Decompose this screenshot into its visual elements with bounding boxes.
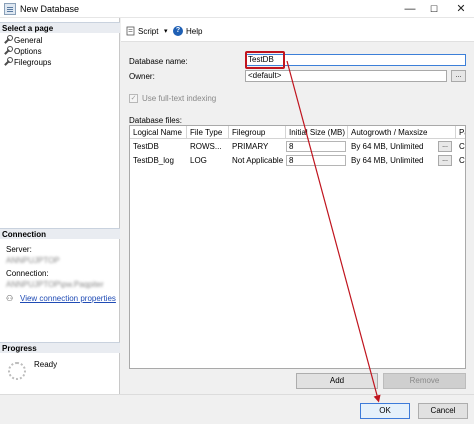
chevron-down-icon[interactable]: ▾ — [164, 27, 168, 35]
cell-initial-size[interactable]: 8 — [286, 155, 346, 166]
cell-autogrowth: By 64 MB, Unlimited — [351, 142, 424, 151]
cell-logical-name[interactable]: TestDB — [130, 140, 187, 153]
view-connection-properties-link[interactable]: View connection properties — [20, 294, 116, 303]
column-header-logical-name[interactable]: Logical Name — [130, 126, 187, 139]
remove-button[interactable]: Remove — [383, 373, 466, 389]
wrench-icon — [3, 57, 13, 66]
column-header-initial-size[interactable]: Initial Size (MB) — [286, 126, 348, 139]
database-app-icon — [4, 3, 16, 15]
window-title: New Database — [20, 4, 80, 14]
column-header-file-type[interactable]: File Type — [187, 126, 229, 139]
column-header-path[interactable]: Pa — [456, 126, 465, 139]
column-header-autogrowth[interactable]: Autogrowth / Maxsize — [348, 126, 456, 139]
fulltext-label: Use full-text indexing — [142, 94, 217, 103]
database-name-label: Database name: — [129, 57, 188, 66]
server-label: Server: — [6, 245, 32, 254]
annotation-highlight-box — [245, 51, 285, 69]
table-row[interactable]: TestDB_log LOG Not Applicable 8 By 64 MB… — [130, 154, 465, 168]
connection-properties-icon: ⚇ — [6, 294, 14, 303]
connection-value: ANNPUJPTOP\pw.Paqpiter — [6, 280, 104, 289]
cell-logical-name[interactable]: TestDB_log — [130, 154, 187, 167]
left-pane — [0, 18, 120, 394]
help-button[interactable]: Help — [186, 27, 202, 36]
cell-file-type[interactable]: ROWS... — [187, 140, 229, 153]
progress-status: Ready — [34, 360, 58, 369]
script-button[interactable]: Script — [138, 27, 158, 36]
autogrowth-edit-button[interactable]: ... — [438, 155, 452, 166]
server-value: ANNPUJPTOP — [6, 256, 60, 265]
database-files-label: Database files: — [129, 116, 182, 125]
owner-input[interactable]: <default> — [245, 70, 447, 82]
progress-spinner-icon — [8, 362, 26, 380]
wrench-icon — [3, 35, 13, 44]
page-item-options[interactable]: Options — [3, 45, 42, 56]
fulltext-checkbox[interactable]: ✓ — [129, 94, 138, 103]
cell-autogrowth: By 64 MB, Unlimited — [351, 156, 424, 165]
close-button[interactable]: ✕ — [450, 0, 472, 18]
cell-filegroup[interactable]: PRIMARY — [229, 140, 286, 153]
table-row[interactable]: TestDB ROWS... PRIMARY 8 By 64 MB, Unlim… — [130, 140, 465, 154]
connection-header: Connection — [0, 228, 120, 239]
page-item-filegroups[interactable]: Filegroups — [3, 56, 51, 67]
maximize-button[interactable]: ☐ — [423, 0, 445, 18]
add-button[interactable]: Add — [296, 373, 378, 389]
cell-initial-size[interactable]: 8 — [286, 141, 346, 152]
minimize-button[interactable]: — — [399, 0, 421, 18]
page-item-label: Options — [14, 47, 42, 56]
page-item-label: Filegroups — [14, 58, 52, 67]
script-icon[interactable] — [126, 26, 136, 36]
autogrowth-edit-button[interactable]: ... — [438, 141, 452, 152]
cancel-button[interactable]: Cancel — [418, 403, 468, 419]
cell-filegroup[interactable]: Not Applicable — [229, 154, 286, 167]
cell-file-type[interactable]: LOG — [187, 154, 229, 167]
column-header-filegroup[interactable]: Filegroup — [229, 126, 286, 139]
database-files-grid: Logical Name File Type Filegroup Initial… — [129, 125, 466, 369]
cell-path[interactable]: C: — [456, 154, 465, 167]
owner-browse-button[interactable]: ... — [451, 70, 466, 82]
owner-label: Owner: — [129, 72, 155, 81]
help-icon[interactable]: ? — [173, 26, 183, 36]
progress-header: Progress — [0, 342, 120, 353]
ok-button[interactable]: OK — [360, 403, 410, 419]
page-item-general[interactable]: General — [3, 34, 42, 45]
connection-label: Connection: — [6, 269, 49, 278]
cell-path[interactable]: C: — [456, 140, 465, 153]
page-item-label: General — [14, 36, 43, 45]
wrench-icon — [3, 46, 13, 55]
select-page-header: Select a page — [0, 22, 120, 33]
